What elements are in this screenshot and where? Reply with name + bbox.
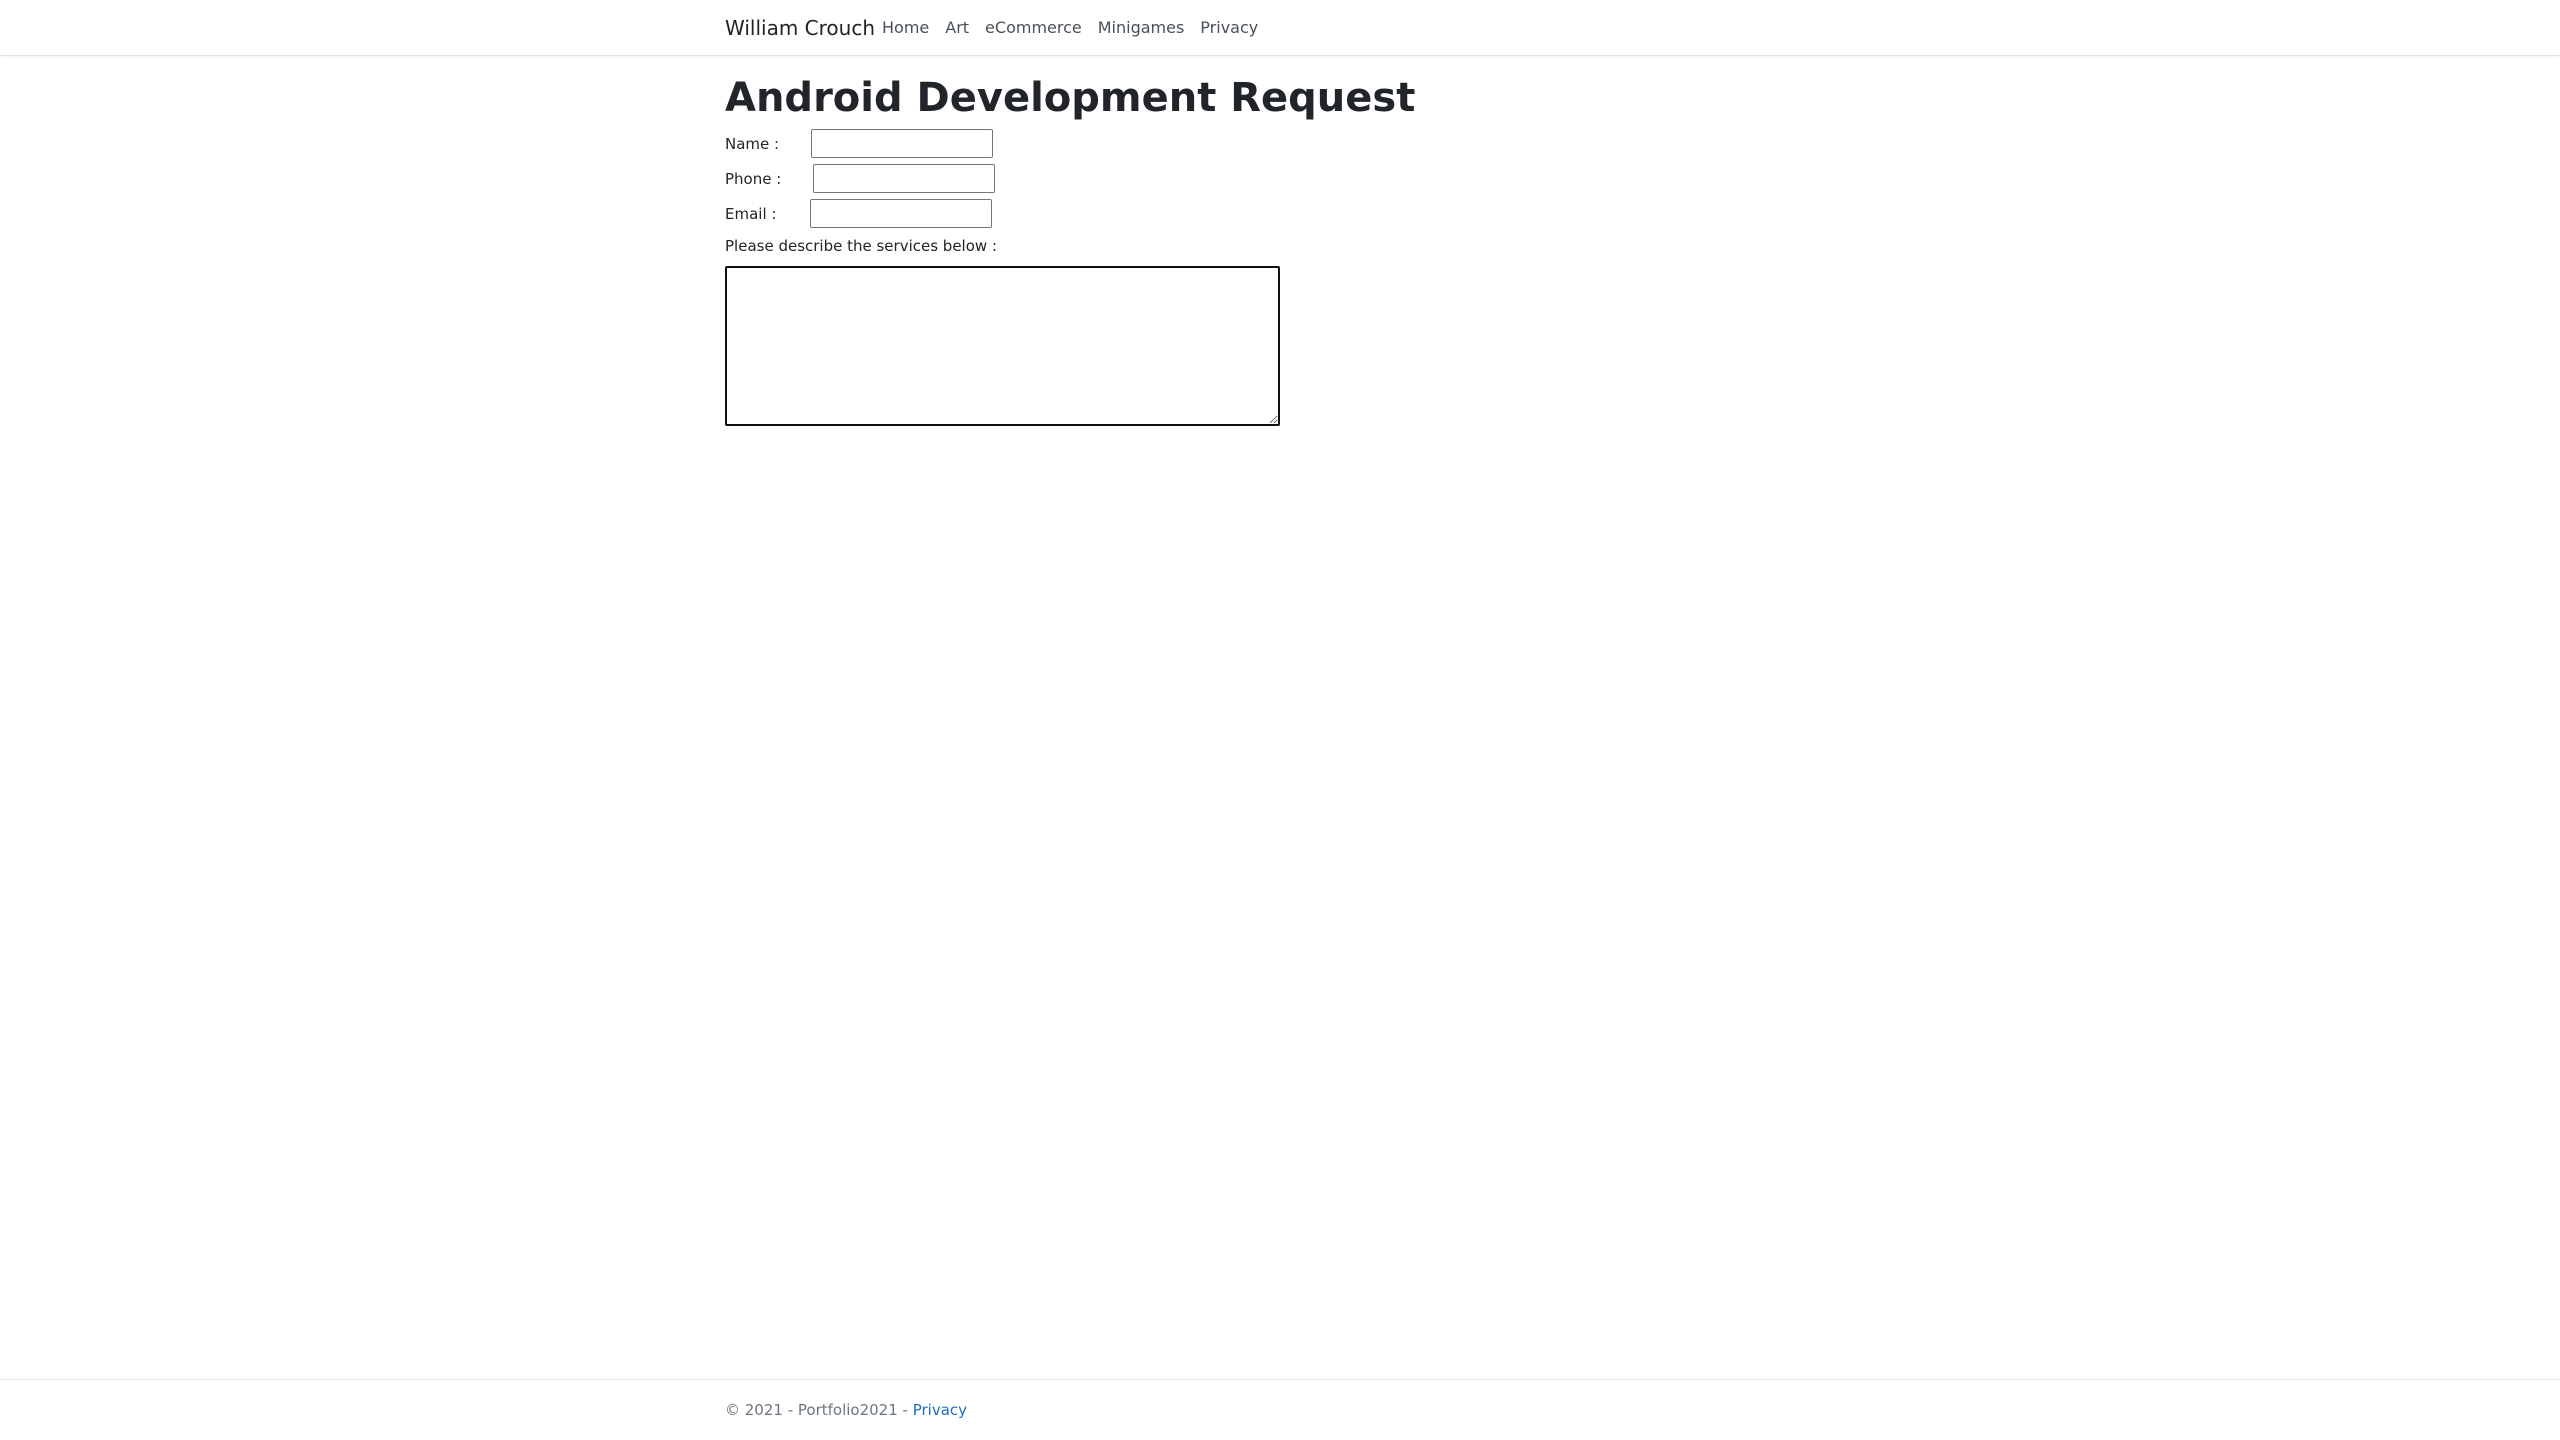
email-input[interactable] bbox=[810, 199, 992, 228]
email-label: Email : bbox=[725, 205, 777, 223]
name-input[interactable] bbox=[811, 129, 993, 158]
navbar: William Crouch Home Art eCommerce Miniga… bbox=[0, 0, 2560, 56]
phone-label: Phone : bbox=[725, 170, 782, 188]
name-label: Name : bbox=[725, 135, 780, 153]
nav-link-home[interactable]: Home bbox=[882, 18, 929, 38]
nav-link-minigames[interactable]: Minigames bbox=[1098, 18, 1185, 38]
nav-link-art[interactable]: Art bbox=[945, 18, 969, 38]
nav-links: Home Art eCommerce Minigames Privacy bbox=[882, 18, 1274, 38]
footer-privacy-link[interactable]: Privacy bbox=[913, 1401, 967, 1419]
footer: © 2021 - Portfolio2021 - Privacy bbox=[0, 1379, 2560, 1440]
footer-copyright: © 2021 - Portfolio2021 - bbox=[725, 1401, 913, 1419]
brand-link[interactable]: William Crouch bbox=[725, 15, 875, 41]
nav-link-privacy[interactable]: Privacy bbox=[1200, 18, 1258, 38]
footer-content: © 2021 - Portfolio2021 - Privacy bbox=[725, 1400, 967, 1420]
services-textarea[interactable] bbox=[725, 266, 1280, 426]
nav-link-ecommerce[interactable]: eCommerce bbox=[985, 18, 1082, 38]
page-title: Android Development Request bbox=[725, 75, 1416, 121]
services-label: Please describe the services below : bbox=[725, 237, 997, 255]
phone-input[interactable] bbox=[813, 164, 995, 193]
